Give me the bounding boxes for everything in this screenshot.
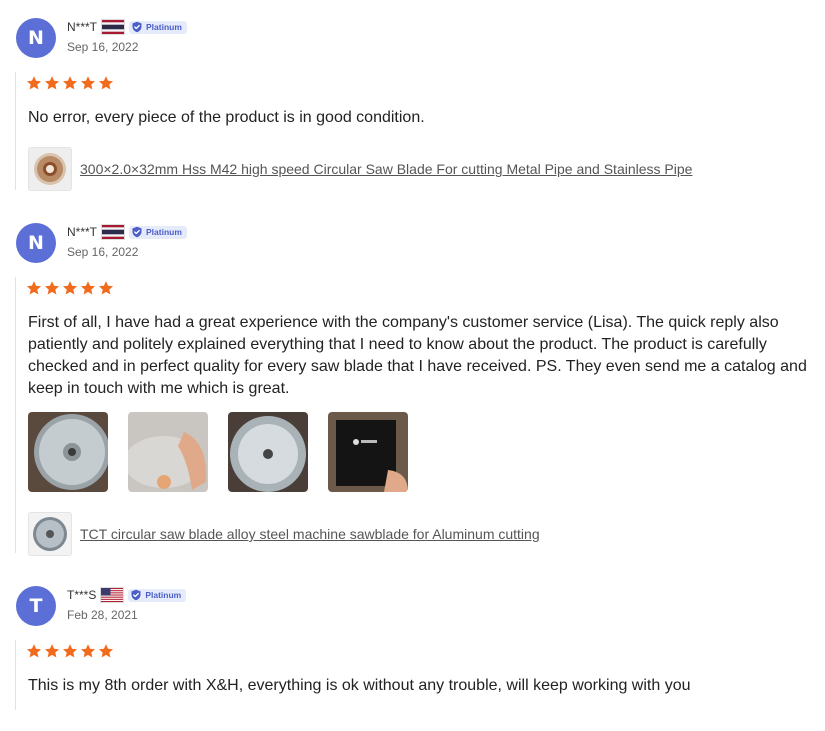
star-icon (98, 643, 114, 659)
star-icon (26, 280, 42, 296)
status-badge: Platinum (129, 20, 187, 34)
avatar: T (16, 586, 56, 626)
star-icon (62, 643, 78, 659)
avatar: N (16, 223, 56, 263)
star-icon (62, 280, 78, 296)
review-date: Sep 16, 2022 (67, 245, 139, 259)
review-photo[interactable] (128, 412, 208, 492)
star-rating (26, 75, 114, 91)
product-reference[interactable]: 300×2.0×32mm Hss M42 high speed Circular… (28, 147, 692, 191)
star-icon (80, 643, 96, 659)
star-icon (26, 643, 42, 659)
review-text: First of all, I have had a great experie… (28, 314, 807, 397)
star-icon (98, 75, 114, 91)
product-link[interactable]: TCT circular saw blade alloy steel machi… (80, 526, 540, 542)
review-body: No error, every piece of the product is … (15, 72, 821, 191)
review-body: First of all, I have had a great experie… (15, 277, 821, 556)
product-thumbnail[interactable] (28, 512, 72, 556)
review-photo[interactable] (28, 412, 108, 492)
review-photos (28, 412, 408, 492)
star-rating (26, 643, 114, 659)
verified-shield-icon (130, 589, 142, 601)
reviewer-name: N***T (67, 225, 98, 239)
star-icon (44, 280, 60, 296)
product-reference[interactable]: TCT circular saw blade alloy steel machi… (28, 512, 540, 556)
flag-usa-icon (100, 587, 125, 603)
status-badge: Platinum (129, 225, 187, 239)
star-icon (80, 280, 96, 296)
star-icon (44, 75, 60, 91)
badge-label: Platinum (145, 590, 182, 600)
status-badge: Platinum (128, 588, 187, 602)
reviewer-name: N***T (67, 20, 98, 34)
review-photo[interactable] (228, 412, 308, 492)
star-rating (26, 280, 114, 296)
product-thumbnail[interactable] (28, 147, 72, 191)
product-link[interactable]: 300×2.0×32mm Hss M42 high speed Circular… (80, 161, 692, 177)
review-body: This is my 8th order with X&H, everythin… (15, 640, 821, 710)
review-date: Feb 28, 2021 (67, 608, 138, 622)
star-icon (80, 75, 96, 91)
star-icon (44, 643, 60, 659)
reviewer-info: N***T Platinum (67, 19, 187, 35)
verified-shield-icon (131, 21, 143, 33)
star-icon (62, 75, 78, 91)
reviewer-info: T***S Platinum (67, 587, 187, 603)
review-photo[interactable] (328, 412, 408, 492)
avatar: N (16, 18, 56, 58)
star-icon (98, 280, 114, 296)
flag-thailand-icon (101, 224, 126, 240)
review-date: Sep 16, 2022 (67, 40, 139, 54)
review-text: This is my 8th order with X&H, everythin… (28, 677, 691, 694)
star-icon (26, 75, 42, 91)
flag-thailand-icon (101, 19, 126, 35)
badge-label: Platinum (146, 22, 182, 32)
verified-shield-icon (131, 226, 143, 238)
review-text: No error, every piece of the product is … (28, 109, 425, 126)
reviewer-info: N***T Platinum (67, 224, 187, 240)
reviewer-name: T***S (67, 588, 97, 602)
badge-label: Platinum (146, 227, 182, 237)
